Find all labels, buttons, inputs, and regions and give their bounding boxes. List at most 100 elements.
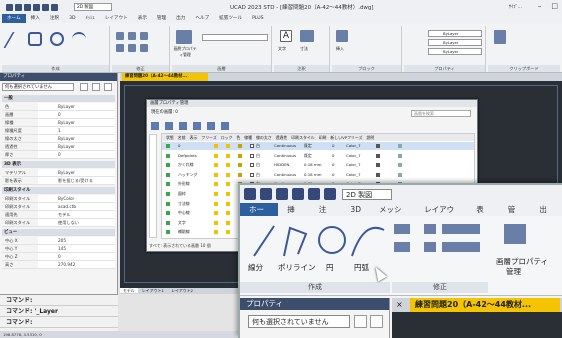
layer-status-icon[interactable] [166,201,170,206]
layer-plot-icon[interactable] [376,144,380,148]
zoom-layer-props-label[interactable]: 画層プロパティ [496,256,548,267]
paste-icon[interactable] [494,30,506,44]
layer-on-icon[interactable] [214,163,218,168]
layer-vp-freeze-icon[interactable] [398,144,402,148]
toggle-pickadd-icon[interactable] [80,83,88,91]
select-objects-icon[interactable] [92,83,100,91]
layer-on-icon[interactable] [214,230,218,235]
dimension-icon[interactable] [300,30,314,42]
zoom-select-objects-icon[interactable] [370,315,383,328]
layer-name[interactable]: Defpoints [178,152,197,160]
quick-select-icon[interactable] [104,83,112,91]
prop-row[interactable]: 印刷スタイル acad.ctb [2,203,115,211]
insert-label[interactable]: 挿入 [336,46,344,52]
layer-freeze-icon[interactable] [226,220,230,225]
layer-name[interactable]: 寸法線 [178,200,190,208]
zoom-tab-home[interactable]: ホーム [240,203,279,227]
layer-lock-icon[interactable] [238,144,242,148]
layer-transparency[interactable]: 0 [332,142,334,150]
circle-icon[interactable] [50,32,64,46]
layer-transparency[interactable]: 0 [332,152,334,160]
layer-color[interactable]: 白 [256,152,260,160]
polyline-icon[interactable] [28,32,42,46]
new-icon[interactable] [6,3,13,11]
prop-row[interactable]: 画層 0 [2,111,115,119]
prop-row[interactable]: 印刷スタイル 使用しない [2,219,115,227]
prop-row[interactable]: 線種 ByLayer [2,119,115,127]
zoom-tab-output[interactable]: 出力 [530,203,562,227]
layer-transparency[interactable]: 0 [332,171,334,179]
layer-color-swatch[interactable] [250,144,254,148]
layer-plot-icon[interactable] [376,172,380,177]
layer-on-icon[interactable] [214,201,218,206]
layer-color[interactable]: 白 [256,171,260,179]
zoom-group-create-label[interactable]: 作成 [240,282,390,293]
layer-filter-tree[interactable] [149,134,157,238]
section-general[interactable]: 一般 [2,95,115,102]
layer-freeze-icon[interactable] [226,230,230,235]
new-layer-icon[interactable] [151,122,159,130]
layer-status-icon[interactable] [166,230,170,235]
layer-status-icon[interactable] [166,153,170,158]
tab-layout[interactable]: レイアウト [100,14,133,23]
zoom-tool-line[interactable]: 線分 [248,262,263,273]
save-icon[interactable] [24,3,31,11]
layer-row[interactable]: ハッチング 白 Continuous 0.18 mm 0 Color_7 [162,171,474,179]
layer-status-icon[interactable] [166,144,170,148]
tab-output[interactable]: 出力 [171,14,190,23]
prop-row[interactable]: 適用先 モデル [2,211,115,219]
zoom-tab-mesh[interactable]: メッシュ [370,203,415,227]
new-vp-layer-icon[interactable] [165,122,173,130]
layer-linetype[interactable]: HIDDEN [274,161,289,169]
layer-on-icon[interactable] [214,220,218,225]
tab-ext[interactable]: 拡張ツール [214,14,247,23]
layer-row[interactable]: 0 白 Continuous 既定 0 Color_7 [162,142,474,150]
tab-layout1[interactable]: レイアウト1 [139,288,167,293]
tab-view[interactable]: 表示 [133,14,152,23]
prop-row[interactable]: マテリアル ByLayer [2,169,115,177]
layer-row[interactable]: Defpoints 白 Continuous 既定 0 Color_7 [162,152,474,160]
layer-plot-icon[interactable] [376,163,380,168]
zoom-new-icon[interactable] [244,188,256,200]
print-icon[interactable] [33,3,40,11]
prop-row[interactable]: 中心 Y 145 [2,245,115,253]
zoom-tab-3d[interactable]: 3D [341,203,370,216]
layer-lock-icon[interactable] [238,153,242,158]
layer-name[interactable]: ハッチング [178,171,197,179]
layer-lineweight[interactable]: 既定 [304,142,312,150]
layer-linetype[interactable]: Continuous [274,171,296,179]
layer-on-icon[interactable] [214,153,218,158]
zoom-canvas[interactable] [392,312,562,338]
layer-color[interactable]: 白 [256,142,260,150]
layer-vp-freeze-icon[interactable] [398,163,402,168]
section-3d[interactable]: 3D 表示 [2,161,115,168]
layer-status-icon[interactable] [166,192,170,196]
undo-icon[interactable] [42,3,49,11]
prop-row[interactable]: 線種尺度 1 [2,127,115,135]
layer-plot-style[interactable]: Color_7 [346,171,361,179]
layer-linetype[interactable]: Continuous [274,152,296,160]
layer-vp-freeze-icon[interactable] [398,172,402,177]
layer-color-swatch[interactable] [250,163,254,168]
layer-color-swatch[interactable] [250,153,254,158]
layer-name[interactable]: 外形線 [178,180,190,188]
prop-row[interactable]: 色 ByLayer [2,103,115,111]
tab-annotate[interactable]: 注釈 [45,14,64,23]
layer-lineweight[interactable]: 0.18 mm [304,161,321,169]
layer-properties-icon[interactable] [176,30,192,44]
redo-icon[interactable] [51,3,58,11]
zoom-open-icon[interactable] [260,188,272,200]
layer-freeze-icon[interactable] [226,163,230,168]
prop-row[interactable]: 厚さ 0 [2,151,115,159]
zoom-save-icon[interactable] [276,188,288,200]
dim-label[interactable]: 寸法 [300,46,308,52]
tab-help[interactable]: ヘルプ [190,14,214,23]
tab-mesh[interactable]: ﾒｯｼｭ [81,14,100,23]
layer-name[interactable]: 補助線 [178,228,190,236]
zoom-tab-layout[interactable]: レイアウト [415,203,467,227]
copy-icon[interactable] [116,44,124,52]
layer-name[interactable]: 0 [178,142,180,150]
prop-row[interactable]: 印刷スタイル ByColor [2,195,115,203]
tab-3d[interactable]: 3D [64,14,80,23]
zoom-pickadd-icon[interactable] [354,315,367,328]
